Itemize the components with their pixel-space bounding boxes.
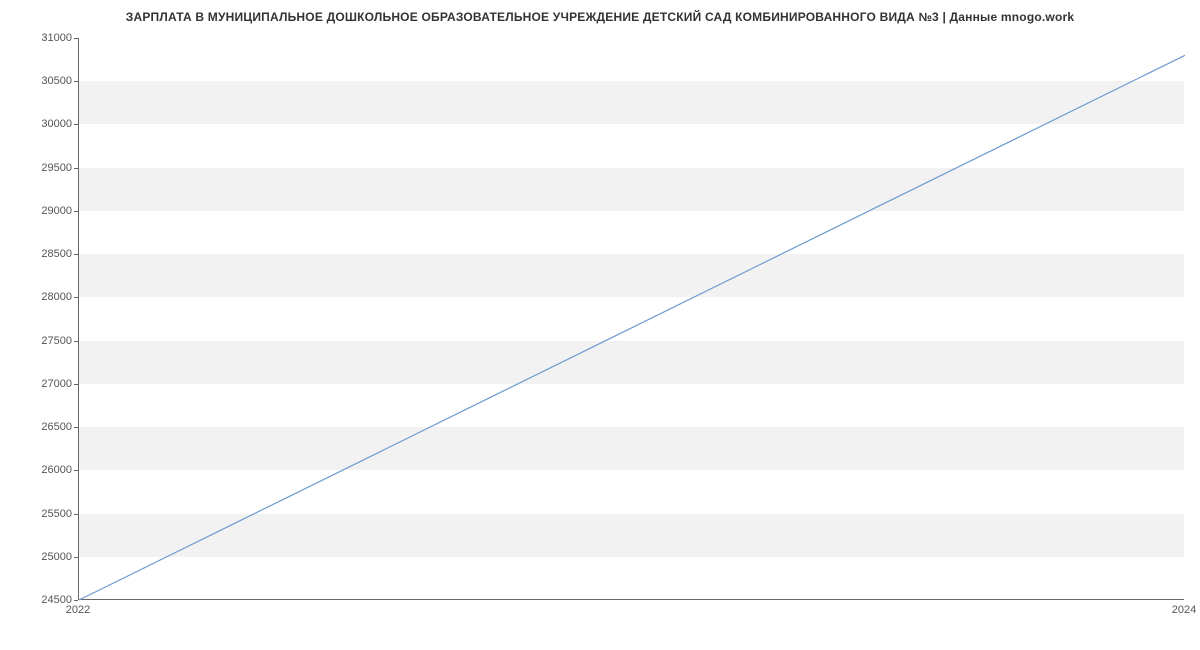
y-tick-mark bbox=[74, 341, 78, 342]
y-tick-label: 30000 bbox=[12, 118, 72, 130]
y-tick-label: 29000 bbox=[12, 205, 72, 217]
chart-title: ЗАРПЛАТА В МУНИЦИПАЛЬНОЕ ДОШКОЛЬНОЕ ОБРА… bbox=[0, 10, 1200, 24]
y-tick-mark bbox=[74, 211, 78, 212]
y-tick-label: 28500 bbox=[12, 248, 72, 260]
x-tick-label: 2022 bbox=[66, 604, 90, 616]
y-tick-mark bbox=[74, 470, 78, 471]
y-tick-label: 26500 bbox=[12, 421, 72, 433]
y-tick-mark bbox=[74, 81, 78, 82]
y-tick-mark bbox=[74, 254, 78, 255]
y-tick-label: 27500 bbox=[12, 335, 72, 347]
y-tick-label: 24500 bbox=[12, 594, 72, 606]
y-tick-mark bbox=[74, 384, 78, 385]
y-tick-label: 27000 bbox=[12, 378, 72, 390]
y-tick-mark bbox=[74, 168, 78, 169]
y-tick-label: 29500 bbox=[12, 162, 72, 174]
y-tick-mark bbox=[74, 600, 78, 601]
chart-line bbox=[79, 38, 1184, 599]
y-tick-label: 25000 bbox=[12, 551, 72, 563]
y-tick-mark bbox=[74, 297, 78, 298]
y-tick-label: 28000 bbox=[12, 291, 72, 303]
y-tick-mark bbox=[74, 427, 78, 428]
y-tick-label: 31000 bbox=[12, 32, 72, 44]
y-tick-mark bbox=[74, 557, 78, 558]
y-tick-label: 25500 bbox=[12, 508, 72, 520]
y-tick-mark bbox=[74, 38, 78, 39]
y-tick-mark bbox=[74, 514, 78, 515]
y-tick-mark bbox=[74, 124, 78, 125]
y-tick-label: 26000 bbox=[12, 464, 72, 476]
x-tick-label: 2024 bbox=[1172, 604, 1196, 616]
plot-area bbox=[78, 38, 1184, 600]
y-tick-label: 30500 bbox=[12, 75, 72, 87]
